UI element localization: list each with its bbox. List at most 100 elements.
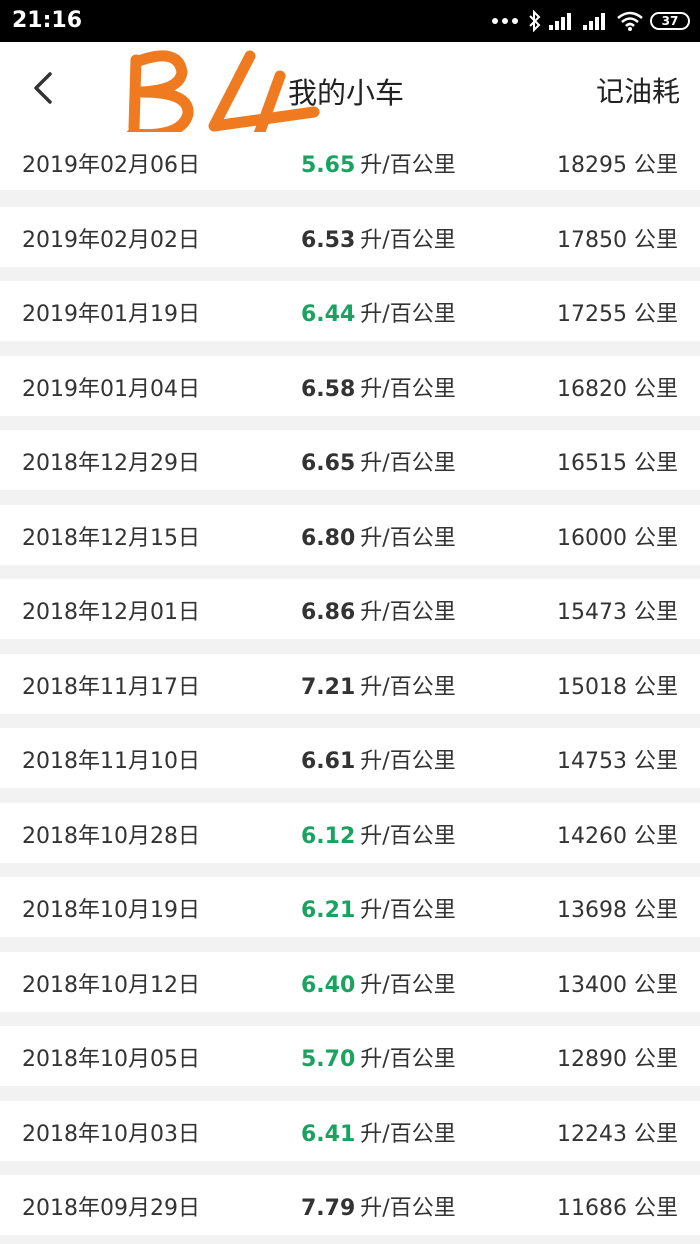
record-odometer: 13400 公里: [557, 967, 678, 999]
record-odometer: 16515 公里: [557, 445, 678, 477]
consumption-value: 7.21: [301, 675, 356, 700]
record-consumption: 6.53 升/百公里: [301, 222, 456, 254]
consumption-value: 6.40: [301, 973, 356, 998]
wifi-icon: [617, 11, 643, 31]
record-date: 2018年09月29日: [22, 1196, 200, 1221]
odometer-value: 16820: [556, 377, 627, 402]
consumption-unit: 升/百公里: [360, 600, 456, 625]
odometer-value: 12243: [556, 1122, 627, 1147]
odometer-value: 15473: [556, 600, 627, 625]
bluetooth-icon: [529, 10, 541, 32]
record-date: 2019年01月04日: [22, 377, 200, 402]
fuel-record-row[interactable]: 2018年10月03日 6.41 升/百公里 12243 公里: [0, 1101, 700, 1161]
consumption-unit: 升/百公里: [360, 526, 456, 551]
record-date: 2019年02月06日: [22, 153, 200, 178]
consumption-unit: 升/百公里: [360, 377, 456, 402]
fuel-record-row[interactable]: 2018年09月29日 7.79 升/百公里 11686 公里: [0, 1175, 700, 1235]
consumption-unit: 升/百公里: [360, 824, 456, 849]
record-consumption: 6.21 升/百公里: [301, 892, 456, 924]
odometer-value: 14753: [556, 749, 627, 774]
odometer-unit: 公里: [633, 824, 678, 849]
record-date: 2018年10月28日: [22, 824, 200, 849]
odometer-value: 17255: [556, 302, 627, 327]
record-odometer: 14753 公里: [557, 743, 678, 775]
consumption-value: 6.86: [301, 600, 356, 625]
battery-icon: 37: [650, 12, 690, 30]
record-consumption: 7.79 升/百公里: [301, 1190, 456, 1222]
record-odometer: 17255 公里: [557, 296, 678, 328]
record-date: 2018年12月01日: [22, 600, 200, 625]
record-odometer: 13698 公里: [557, 892, 678, 924]
odometer-unit: 公里: [633, 1196, 678, 1221]
consumption-value: 6.41: [301, 1122, 356, 1147]
odometer-value: 16000: [556, 526, 627, 551]
record-consumption: 6.65 升/百公里: [301, 445, 456, 477]
consumption-value: 7.79: [301, 1196, 356, 1221]
fuel-record-row[interactable]: 2019年02月02日 6.53 升/百公里 17850 公里: [0, 207, 700, 267]
record-date: 2018年12月15日: [22, 526, 200, 551]
odometer-unit: 公里: [633, 600, 678, 625]
fuel-record-row[interactable]: 2018年10月19日 6.21 升/百公里 13698 公里: [0, 877, 700, 937]
signal-icon: [549, 13, 571, 30]
fuel-record-row[interactable]: 2019年01月19日 6.44 升/百公里 17255 公里: [0, 281, 700, 341]
record-odometer: 18295 公里: [557, 147, 678, 179]
consumption-value: 6.58: [301, 377, 356, 402]
odometer-unit: 公里: [633, 451, 678, 476]
consumption-value: 6.61: [301, 749, 356, 774]
odometer-unit: 公里: [633, 153, 678, 178]
consumption-value: 6.53: [301, 228, 356, 253]
consumption-value: 6.80: [301, 526, 356, 551]
odometer-value: 13400: [556, 973, 627, 998]
record-consumption: 6.40 升/百公里: [301, 967, 456, 999]
signal-icon-2: [583, 13, 605, 30]
record-consumption: 6.80 升/百公里: [301, 520, 456, 552]
record-date: 2018年11月17日: [22, 675, 200, 700]
record-odometer: 12243 公里: [557, 1116, 678, 1148]
more-dots-icon: [492, 18, 518, 24]
status-time: 21:16: [12, 8, 83, 33]
fuel-record-row[interactable]: 2018年10月28日 6.12 升/百公里 14260 公里: [0, 803, 700, 863]
odometer-unit: 公里: [633, 973, 678, 998]
fuel-record-row[interactable]: 2018年11月17日 7.21 升/百公里 15018 公里: [0, 654, 700, 714]
consumption-value: 6.21: [301, 898, 356, 923]
odometer-value: 11686: [556, 1196, 627, 1221]
back-icon[interactable]: [24, 68, 64, 108]
record-fuel-button[interactable]: 记油耗: [596, 70, 680, 110]
fuel-record-row[interactable]: 2018年12月29日 6.65 升/百公里 16515 公里: [0, 430, 700, 490]
consumption-value: 6.12: [301, 824, 356, 849]
odometer-value: 15018: [556, 675, 627, 700]
fuel-record-row[interactable]: 2019年02月06日 5.65 升/百公里 18295 公里: [0, 132, 700, 190]
record-odometer: 17850 公里: [557, 222, 678, 254]
consumption-unit: 升/百公里: [360, 1196, 456, 1221]
record-date: 2018年10月19日: [22, 898, 200, 923]
consumption-unit: 升/百公里: [360, 1047, 456, 1072]
fuel-record-row[interactable]: 2018年12月01日 6.86 升/百公里 15473 公里: [0, 579, 700, 639]
odometer-unit: 公里: [633, 526, 678, 551]
record-consumption: 6.61 升/百公里: [301, 743, 456, 775]
record-odometer: 14260 公里: [557, 818, 678, 850]
consumption-unit: 升/百公里: [360, 153, 456, 178]
fuel-record-row[interactable]: 2019年01月04日 6.58 升/百公里 16820 公里: [0, 356, 700, 416]
page-title: 我的小车: [288, 76, 405, 110]
fuel-record-row[interactable]: 2018年11月10日 6.61 升/百公里 14753 公里: [0, 728, 700, 788]
record-date: 2019年02月02日: [22, 228, 200, 253]
consumption-value: 5.65: [301, 153, 356, 178]
fuel-record-row[interactable]: 2018年10月05日 5.70 升/百公里 12890 公里: [0, 1026, 700, 1086]
fuel-record-row[interactable]: 2018年10月12日 6.40 升/百公里 13400 公里: [0, 952, 700, 1012]
app-header: 我的小车 记油耗: [0, 42, 700, 134]
record-date: 2018年10月12日: [22, 973, 200, 998]
fuel-record-row[interactable]: 2018年12月15日 6.80 升/百公里 16000 公里: [0, 505, 700, 565]
odometer-value: 14260: [556, 824, 627, 849]
record-consumption: 6.41 升/百公里: [301, 1116, 456, 1148]
status-icons: 37: [492, 9, 690, 33]
record-date: 2018年12月29日: [22, 451, 200, 476]
odometer-unit: 公里: [633, 898, 678, 923]
odometer-value: 17850: [556, 228, 627, 253]
record-consumption: 5.70 升/百公里: [301, 1041, 456, 1073]
record-consumption: 7.21 升/百公里: [301, 669, 456, 701]
consumption-value: 6.65: [301, 451, 356, 476]
consumption-unit: 升/百公里: [360, 749, 456, 774]
record-consumption: 6.12 升/百公里: [301, 818, 456, 850]
record-date: 2018年10月05日: [22, 1047, 200, 1072]
consumption-unit: 升/百公里: [360, 451, 456, 476]
